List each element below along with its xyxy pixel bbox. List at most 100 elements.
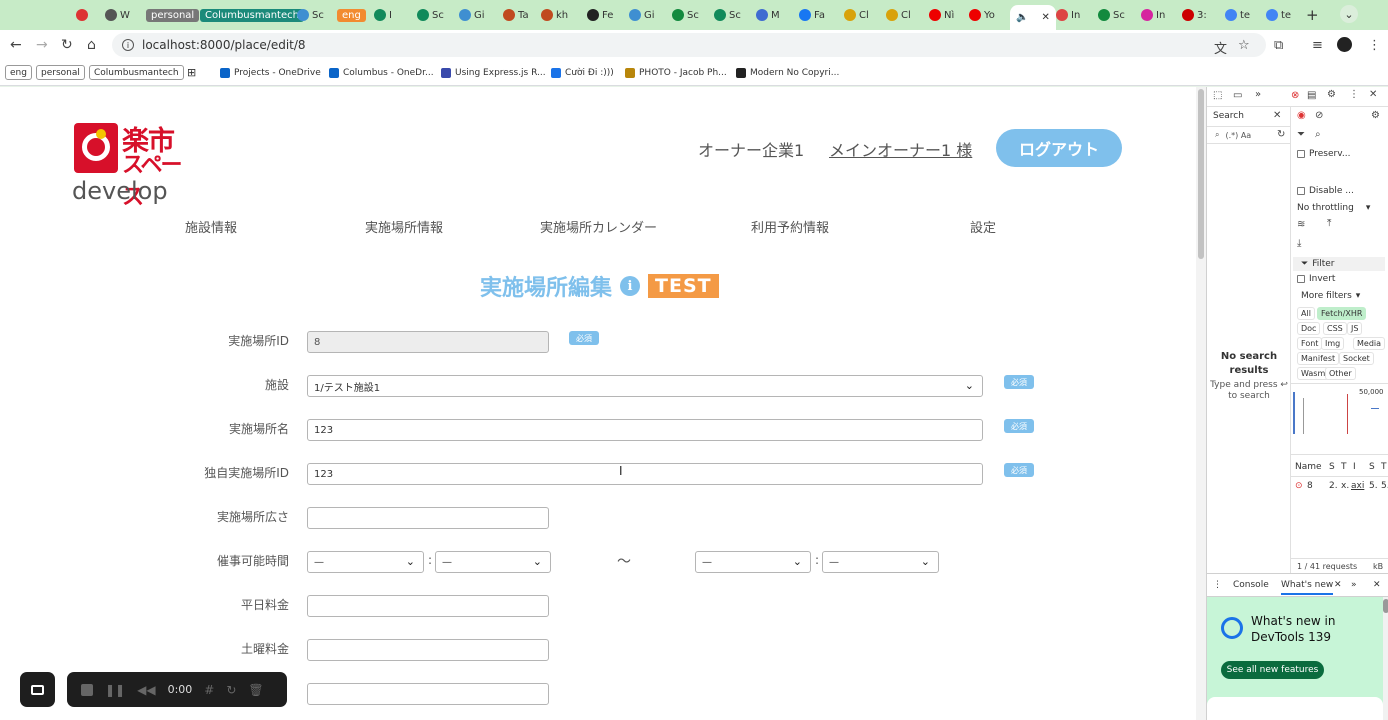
- browser-tab[interactable]: Sc: [672, 5, 699, 25]
- network-settings-icon[interactable]: ⚙: [1371, 110, 1380, 121]
- error-icon[interactable]: ⊗: [1291, 90, 1299, 101]
- disable-cache-row[interactable]: Disable ...: [1297, 186, 1354, 196]
- device-toggle-icon[interactable]: ▭: [1233, 90, 1242, 101]
- drawer-scrollbar[interactable]: [1383, 597, 1388, 720]
- filter-chip[interactable]: Fetch/XHR: [1317, 307, 1367, 320]
- bookmark-item[interactable]: Columbus - OneDr...: [329, 65, 434, 80]
- holiday-fee-field[interactable]: [307, 683, 549, 705]
- end-hour-select[interactable]: — ⌄: [695, 551, 811, 573]
- browser-tab[interactable]: Sc: [417, 5, 444, 25]
- pause-icon[interactable]: ❚❚: [105, 683, 125, 697]
- nav-facility-info[interactable]: 施設情報: [185, 217, 237, 236]
- filter-chip[interactable]: Font: [1297, 337, 1323, 350]
- feature-card[interactable]: [1207, 697, 1383, 720]
- refresh-icon[interactable]: ↻: [1277, 129, 1285, 140]
- browser-tab[interactable]: Sc: [1098, 5, 1125, 25]
- clear-icon[interactable]: ⊘: [1315, 110, 1323, 121]
- request-initiator-link[interactable]: axi: [1351, 481, 1364, 491]
- checkbox[interactable]: [1297, 187, 1305, 195]
- filter-chip[interactable]: All: [1297, 307, 1315, 320]
- saturday-fee-field[interactable]: [307, 639, 549, 661]
- bookmark-item[interactable]: PHOTO - Jacob Ph...: [625, 65, 727, 80]
- owner-link[interactable]: メインオーナー1 様: [829, 137, 972, 161]
- filter-chip[interactable]: Other: [1325, 367, 1356, 380]
- new-tab-button[interactable]: +: [1306, 6, 1319, 24]
- filter-chip[interactable]: Doc: [1297, 322, 1321, 335]
- trash-icon[interactable]: 🗑: [248, 683, 263, 697]
- nav-settings[interactable]: 設定: [970, 217, 996, 236]
- tab-group-label[interactable]: eng: [337, 8, 366, 22]
- stop-icon[interactable]: [81, 683, 93, 696]
- search-icon[interactable]: ⌕: [1315, 129, 1321, 140]
- search-tab[interactable]: Search: [1213, 111, 1244, 121]
- browser-tab[interactable]: Gi: [459, 5, 485, 25]
- column-header[interactable]: T: [1381, 462, 1387, 472]
- close-devtools-icon[interactable]: ✕: [1369, 89, 1377, 100]
- preserve-log-row[interactable]: Preserv...: [1297, 149, 1350, 159]
- browser-tab[interactable]: personal: [146, 5, 200, 25]
- back-icon[interactable]: ←: [10, 37, 22, 53]
- filter-chip[interactable]: JS: [1347, 322, 1363, 335]
- browser-tab[interactable]: Ta: [503, 5, 529, 25]
- column-header[interactable]: I: [1353, 462, 1356, 472]
- restart-icon[interactable]: ↻: [226, 683, 236, 697]
- media-controls-icon[interactable]: ≡: [1312, 38, 1323, 53]
- start-hour-select[interactable]: — ⌄: [307, 551, 424, 573]
- more-tabs-icon[interactable]: »: [1351, 580, 1357, 590]
- rewind-icon[interactable]: ◀◀: [137, 683, 155, 697]
- camera-button[interactable]: [20, 672, 55, 707]
- download-icon[interactable]: ⤓: [1297, 238, 1301, 249]
- nav-place-info[interactable]: 実施場所情報: [365, 217, 443, 236]
- bookmark-item[interactable]: Modern No Copyri...: [736, 65, 839, 80]
- page-scrollbar[interactable]: [1196, 87, 1206, 720]
- browser-tab[interactable]: In: [1056, 5, 1080, 25]
- checkbox[interactable]: [1297, 275, 1305, 283]
- close-drawer-icon[interactable]: ✕: [1373, 580, 1381, 590]
- drawer-menu-icon[interactable]: ⋮: [1213, 580, 1222, 590]
- browser-menu-icon[interactable]: ⋮: [1368, 38, 1381, 53]
- browser-tab[interactable]: Nì: [929, 5, 954, 25]
- close-icon[interactable]: ✕: [1273, 110, 1281, 121]
- apps-grid-icon[interactable]: ⊞: [187, 65, 196, 80]
- extensions-icon[interactable]: ⧉: [1274, 38, 1283, 53]
- tab-group-label[interactable]: personal: [146, 8, 200, 22]
- table-row[interactable]: ⊙ 8 2. x. axi 5. 5.: [1291, 479, 1388, 497]
- throttling-select[interactable]: No throttling ▾: [1297, 203, 1370, 213]
- filter-chip[interactable]: CSS: [1323, 322, 1347, 335]
- column-header[interactable]: S: [1329, 462, 1335, 472]
- own-place-id-field[interactable]: 123: [307, 463, 983, 485]
- browser-tab[interactable]: Gi: [629, 5, 655, 25]
- name-column[interactable]: Name: [1295, 462, 1322, 472]
- forward-icon[interactable]: →: [36, 37, 48, 53]
- browser-tab[interactable]: te: [1225, 5, 1250, 25]
- browser-tab[interactable]: Fe: [587, 5, 613, 25]
- more-tabs-icon[interactable]: »: [1255, 89, 1261, 100]
- filter-chip[interactable]: Img: [1321, 337, 1345, 350]
- see-all-features-button[interactable]: See all new features: [1221, 661, 1324, 679]
- filter-chip[interactable]: Socket: [1339, 352, 1374, 365]
- rakuichi-logo[interactable]: 楽市 スペース: [74, 123, 198, 210]
- profile-menu-icon[interactable]: ⌄: [1340, 5, 1358, 23]
- browser-tab[interactable]: 3:: [1182, 5, 1207, 25]
- inspect-icon[interactable]: ⬚: [1213, 90, 1222, 101]
- grid-icon[interactable]: #: [204, 683, 214, 697]
- browser-tab[interactable]: kh: [541, 5, 568, 25]
- more-filters[interactable]: More filters ▾: [1301, 291, 1360, 301]
- info-icon[interactable]: i: [620, 276, 641, 296]
- browser-tab[interactable]: M: [756, 5, 780, 25]
- start-minute-select[interactable]: — ⌄: [435, 551, 551, 573]
- bookmark-item[interactable]: eng: [5, 65, 32, 80]
- speaker-icon[interactable]: 🔈: [1016, 12, 1028, 23]
- checkbox[interactable]: [1297, 150, 1305, 158]
- console-tab[interactable]: Console: [1233, 580, 1269, 590]
- search-options[interactable]: (.*) Aa: [1225, 131, 1251, 140]
- weekday-fee-field[interactable]: [307, 595, 549, 617]
- bookmark-item[interactable]: Using Express.js R...: [441, 65, 546, 80]
- browser-tab[interactable]: [76, 5, 88, 25]
- avatar[interactable]: [1337, 37, 1352, 52]
- place-name-field[interactable]: 123: [307, 419, 983, 441]
- translate-icon[interactable]: 文: [1214, 38, 1227, 57]
- bookmark-item[interactable]: Cười Đi :))): [551, 65, 614, 80]
- filter-icon[interactable]: ⏷: [1297, 129, 1305, 140]
- devtools-menu-icon[interactable]: ⋮: [1349, 89, 1359, 100]
